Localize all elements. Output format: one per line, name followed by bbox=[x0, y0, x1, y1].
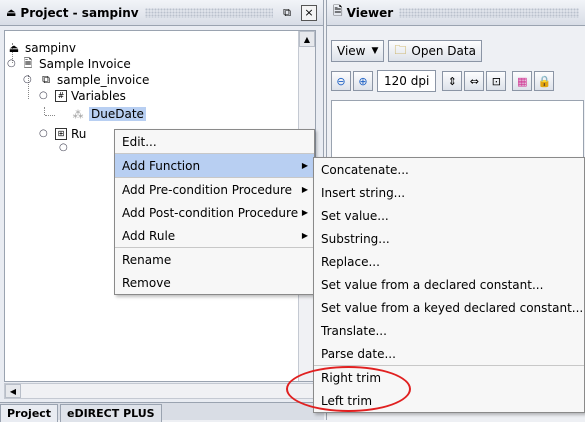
tree-label: Variables bbox=[71, 89, 126, 103]
fit-width-icon[interactable]: ⇔ bbox=[464, 71, 485, 91]
tab-edirect-plus[interactable]: eDIRECT PLUS bbox=[60, 404, 162, 422]
menu-item-label: Edit... bbox=[122, 134, 157, 149]
fit-page-icon[interactable]: ⊡ bbox=[486, 71, 507, 91]
viewer-title: Viewer bbox=[346, 5, 394, 20]
close-icon[interactable]: × bbox=[301, 4, 317, 21]
menu-item-label: Set value from a declared constant... bbox=[321, 277, 544, 292]
menu-item-label: Remove bbox=[122, 275, 171, 290]
tree-label: Sample Invoice bbox=[39, 57, 131, 71]
menu-item-add-pre-condition-procedure[interactable]: Add Pre-condition Procedure ▶ bbox=[115, 178, 314, 201]
tree-item-sampinv[interactable]: ⏏ sampinv bbox=[7, 40, 76, 56]
menu-item-concatenate[interactable]: Concatenate... bbox=[314, 158, 584, 181]
titlebar-grip bbox=[144, 7, 273, 18]
dpi-field[interactable]: 120 dpi bbox=[377, 70, 437, 92]
annotation-ellipse bbox=[286, 366, 411, 412]
eject-icon: ⏏ bbox=[8, 41, 20, 55]
menu-item-translate[interactable]: Translate... bbox=[314, 319, 584, 342]
tree-toggle-icon[interactable]: ○ bbox=[39, 128, 48, 139]
menu-item-label: Replace... bbox=[321, 254, 380, 269]
scroll-up-icon[interactable]: ▲ bbox=[299, 31, 315, 47]
color-grid-icon[interactable]: ▦ bbox=[512, 71, 533, 91]
menu-item-label: Parse date... bbox=[321, 346, 396, 361]
viewer-toolbar-row2: ⊖ ⊕ 120 dpi ⇕ ⇔ ⊡ ▦ 🔒 bbox=[331, 70, 556, 92]
submenu-arrow-icon: ▶ bbox=[301, 161, 308, 170]
rules-icon: ⊞ bbox=[55, 128, 67, 140]
context-menu: Edit... Add Function ▶ Add Pre-condition… bbox=[114, 129, 315, 295]
menu-item-set-value-from-keyed-declared-constant[interactable]: Set value from a keyed declared constant… bbox=[314, 296, 584, 319]
menu-item-label: Insert string... bbox=[321, 185, 406, 200]
menu-item-label: Set value from a keyed declared constant… bbox=[321, 300, 584, 315]
tree-item-sample-invoice[interactable]: 🗎 Sample Invoice bbox=[21, 56, 131, 72]
chevron-down-icon: ▼ bbox=[371, 46, 379, 56]
tree-item-rules[interactable]: ⊞ Ru bbox=[55, 126, 86, 142]
bottom-tabs: Project eDIRECT PLUS bbox=[0, 402, 324, 422]
tree-toggle-icon[interactable]: ○ bbox=[39, 90, 48, 101]
zoom-out-icon[interactable]: ⊖ bbox=[331, 71, 351, 91]
menu-item-remove[interactable]: Remove bbox=[115, 271, 314, 294]
menu-item-set-value[interactable]: Set value... bbox=[314, 204, 584, 227]
menu-item-label: Add Rule bbox=[122, 228, 176, 243]
tree-label: DueDate bbox=[89, 107, 146, 121]
menu-item-substring[interactable]: Substring... bbox=[314, 227, 584, 250]
project-title: Project - sampinv bbox=[20, 5, 139, 20]
titlebar-grip bbox=[399, 7, 579, 18]
open-data-button[interactable]: 🗀 Open Data bbox=[388, 40, 482, 62]
viewer-titlebar: 🗎 Viewer bbox=[327, 0, 585, 26]
variables-icon: # bbox=[55, 90, 67, 102]
menu-item-label: Add Post-condition Procedure bbox=[122, 205, 299, 220]
tree-label: sample_invoice bbox=[57, 73, 150, 87]
variable-icon: ⁂ bbox=[72, 107, 84, 121]
tree-label: Ru bbox=[71, 127, 87, 141]
menu-item-label: Add Function bbox=[122, 158, 201, 173]
menu-item-rename[interactable]: Rename bbox=[115, 248, 314, 271]
tree-connector bbox=[45, 115, 55, 116]
view-dropdown[interactable]: View ▼ bbox=[331, 40, 385, 62]
menu-item-edit[interactable]: Edit... bbox=[115, 130, 314, 153]
viewer-document-icon: 🗎 bbox=[333, 4, 343, 18]
menu-item-label: Add Pre-condition Procedure bbox=[122, 182, 293, 197]
menu-item-label: Rename bbox=[122, 252, 172, 267]
undock-icon[interactable]: ⧉ bbox=[279, 5, 295, 21]
folder-icon: 🗀 bbox=[394, 42, 407, 57]
menu-item-label: Set value... bbox=[321, 208, 389, 223]
tree-item-duedate[interactable]: ⁂ DueDate bbox=[71, 106, 146, 122]
submenu-arrow-icon: ▶ bbox=[301, 185, 308, 194]
menu-item-add-rule[interactable]: Add Rule ▶ bbox=[115, 224, 314, 247]
submenu-arrow-icon: ▶ bbox=[301, 231, 308, 240]
viewer-toolbar-row1: View ▼ 🗀 Open Data bbox=[331, 40, 486, 62]
menu-item-label: Concatenate... bbox=[321, 162, 409, 177]
form-icon: ⧉ bbox=[42, 73, 50, 86]
tree-item-variables[interactable]: # Variables bbox=[55, 88, 126, 104]
open-data-label: Open Data bbox=[411, 44, 476, 58]
menu-item-insert-string[interactable]: Insert string... bbox=[314, 181, 584, 204]
menu-item-add-function[interactable]: Add Function ▶ bbox=[115, 154, 314, 177]
zoom-in-icon[interactable]: ⊕ bbox=[353, 71, 373, 91]
menu-item-replace[interactable]: Replace... bbox=[314, 250, 584, 273]
lock-icon[interactable]: 🔒 bbox=[534, 71, 555, 91]
view-dropdown-label: View bbox=[337, 44, 366, 58]
tree-connector bbox=[44, 107, 45, 115]
tree-horizontal-scrollbar[interactable]: ◀ bbox=[4, 383, 316, 399]
scroll-left-icon[interactable]: ◀ bbox=[5, 384, 21, 398]
menu-item-label: Translate... bbox=[321, 323, 387, 338]
fit-height-icon[interactable]: ⇕ bbox=[442, 71, 463, 91]
tree-toggle-icon[interactable]: ○ bbox=[59, 142, 68, 153]
tree-toggle-icon[interactable]: ○ bbox=[7, 58, 16, 69]
tree-item-sample-invoice-form[interactable]: ⧉ sample_invoice bbox=[39, 72, 149, 88]
project-titlebar: ⏏ Project - sampinv ⧉ × bbox=[0, 0, 323, 26]
submenu-arrow-icon: ▶ bbox=[301, 208, 308, 217]
menu-item-add-post-condition-procedure[interactable]: Add Post-condition Procedure ▶ bbox=[115, 201, 314, 224]
tree-label: sampinv bbox=[25, 41, 76, 55]
menu-item-set-value-from-declared-constant[interactable]: Set value from a declared constant... bbox=[314, 273, 584, 296]
document-icon: 🗎 bbox=[23, 56, 33, 70]
menu-item-parse-date[interactable]: Parse date... bbox=[314, 342, 584, 365]
tree-toggle-icon[interactable]: ○ bbox=[23, 74, 32, 85]
eject-icon: ⏏ bbox=[6, 6, 17, 19]
menu-item-label: Substring... bbox=[321, 231, 390, 246]
tab-project[interactable]: Project bbox=[0, 404, 59, 422]
